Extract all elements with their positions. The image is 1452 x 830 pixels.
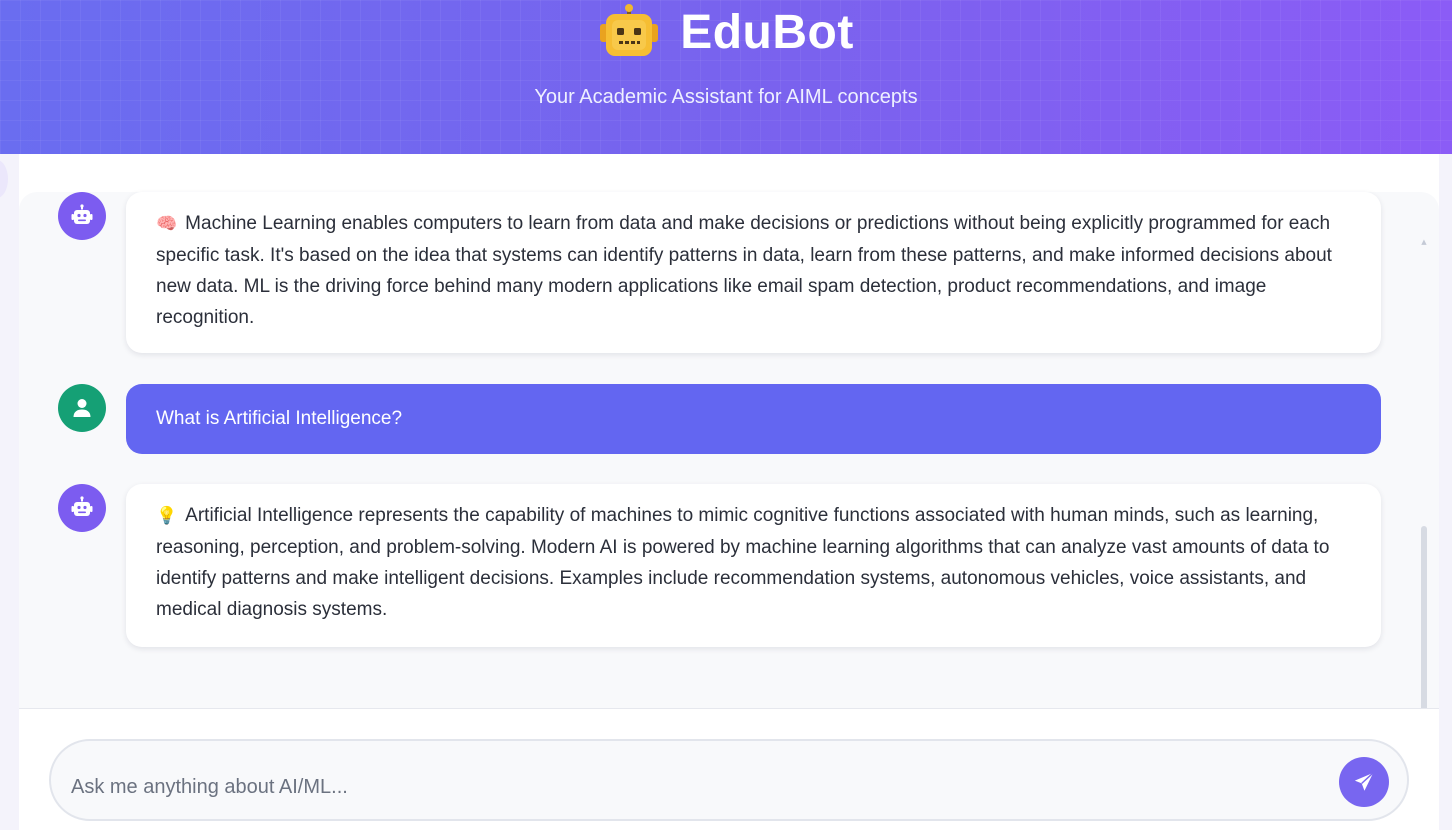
robot-icon (600, 4, 659, 56)
bot-avatar (58, 484, 106, 532)
brain-icon: 🧠 (156, 214, 178, 234)
bot-message-bubble: 🧠 Machine Learning enables computers to l… (126, 192, 1381, 353)
app-subtitle: Your Academic Assistant for AIML concept… (534, 86, 918, 108)
paper-plane-icon (1354, 772, 1374, 791)
scrollbar[interactable]: ▲ ▼ (1420, 238, 1428, 742)
bot-message-text: Artificial Intelligence represents the c… (156, 505, 1330, 620)
bot-avatar (58, 192, 106, 240)
user-icon (73, 399, 91, 417)
chat-input-container (49, 739, 1409, 821)
decorative-shape (0, 160, 8, 198)
app-header: EduBot Your Academic Assistant for AIML … (0, 0, 1452, 154)
scrollbar-thumb[interactable] (1421, 526, 1427, 730)
chat-panel: 🧠 Machine Learning enables computers to l… (19, 154, 1439, 830)
user-message-bubble: What is Artificial Intelligence? (126, 384, 1381, 454)
bot-message-bubble: 💡 Artificial Intelligence represents the … (126, 484, 1381, 647)
input-bar (19, 708, 1439, 830)
bot-message-text: Machine Learning enables computers to le… (156, 213, 1332, 328)
lightbulb-icon: 💡 (156, 506, 178, 526)
user-avatar (58, 384, 106, 432)
robot-icon (71, 496, 93, 516)
scroll-up-icon[interactable]: ▲ (1420, 238, 1428, 246)
robot-icon (71, 204, 93, 224)
send-button[interactable] (1339, 757, 1389, 807)
app-title: EduBot (680, 5, 854, 59)
user-message-text: What is Artificial Intelligence? (156, 408, 403, 429)
chat-input[interactable] (71, 769, 1311, 805)
title-row: EduBot (0, 4, 1452, 60)
